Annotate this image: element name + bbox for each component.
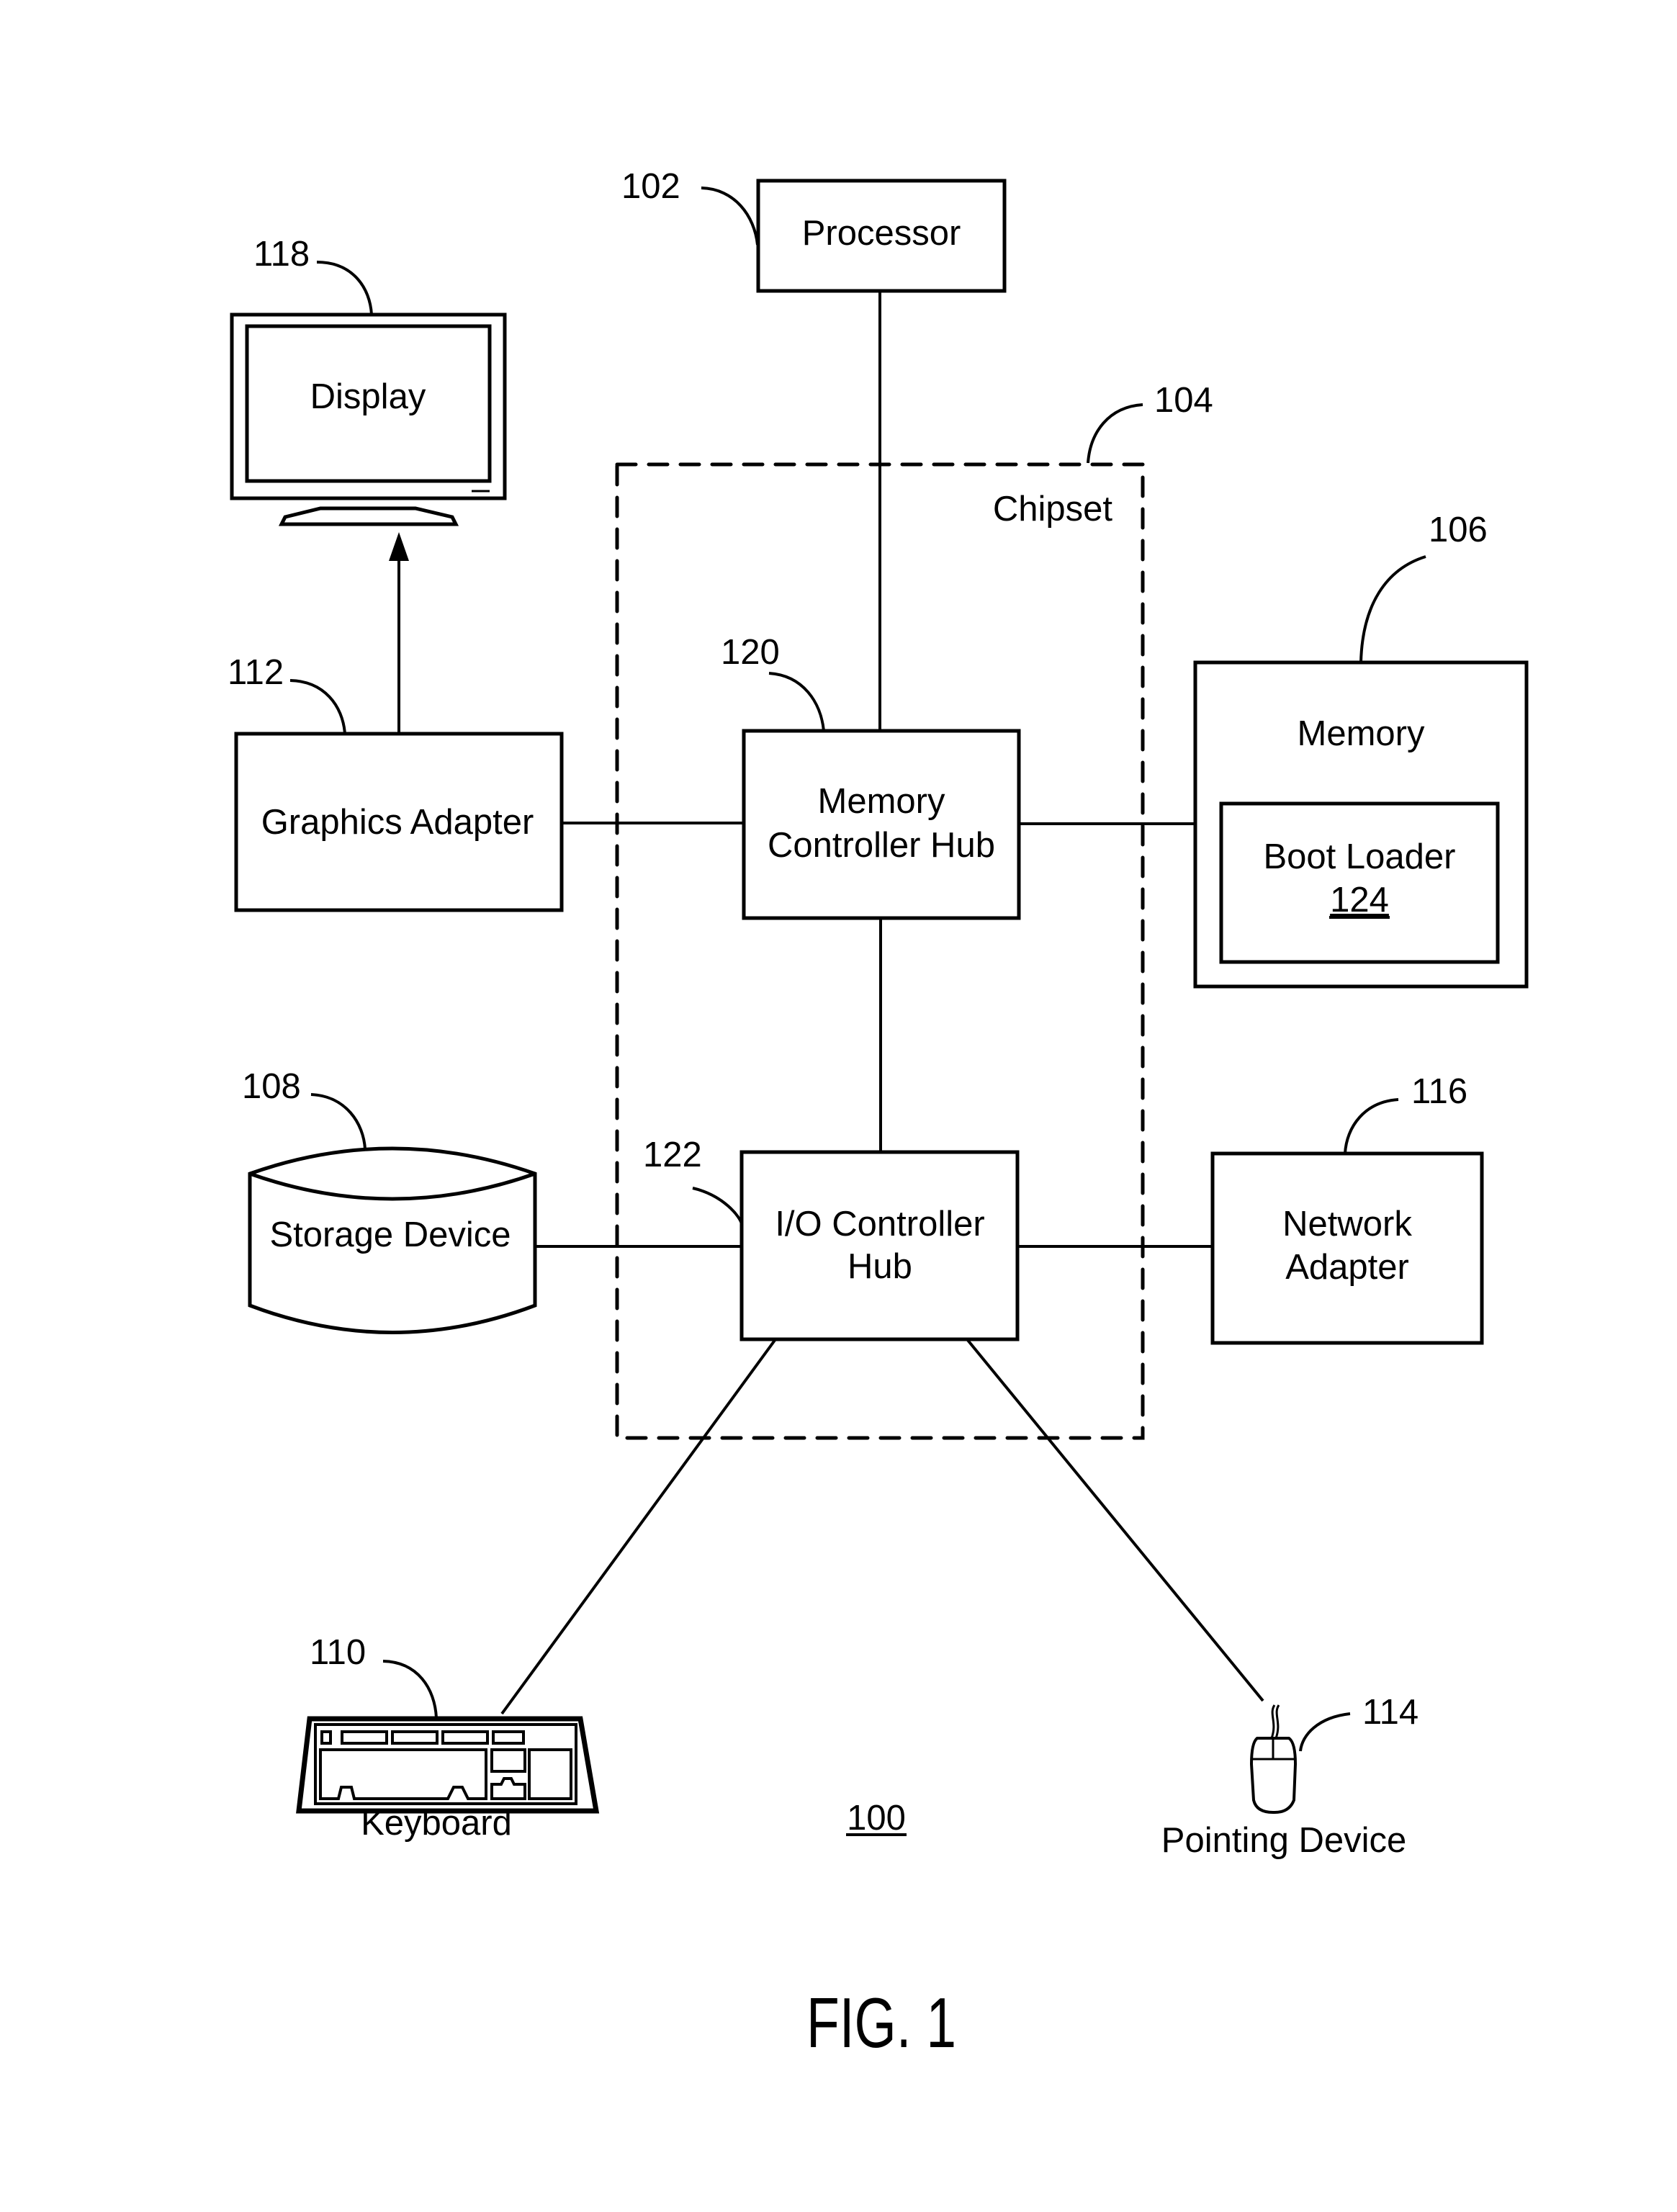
display-block[interactable]: Display 118 bbox=[230, 235, 507, 526]
memory-block[interactable]: Memory 106 Boot Loader 124 bbox=[1193, 511, 1529, 989]
ioch-label-line2: Hub bbox=[848, 1247, 912, 1286]
boot-loader-block[interactable]: Boot Loader 124 bbox=[1219, 801, 1500, 964]
chipset-label: Chipset bbox=[993, 490, 1113, 529]
boot-loader-ref: 124 bbox=[1330, 881, 1389, 920]
mch-label-line2: Controller Hub bbox=[768, 826, 995, 865]
storage-label: Storage Device bbox=[269, 1215, 511, 1254]
mouse-cord-2 bbox=[1274, 1704, 1280, 1739]
mch-label-line1: Memory bbox=[818, 782, 945, 821]
mch-leader bbox=[768, 672, 825, 732]
figure-caption-group: 100 FIG. 1 bbox=[806, 1799, 956, 2062]
keyboard-ref: 110 bbox=[310, 1633, 366, 1672]
storage-block[interactable]: Storage Device 108 bbox=[242, 1067, 537, 1334]
system-ref: 100 bbox=[847, 1799, 906, 1838]
mouse-icon bbox=[1249, 1704, 1298, 1815]
display-ref: 118 bbox=[253, 235, 310, 274]
wire-ioch-keyboard bbox=[500, 1338, 777, 1715]
boot-loader-label: Boot Loader bbox=[1264, 837, 1456, 876]
monitor-stand bbox=[278, 506, 459, 526]
keyboard-block[interactable]: Keyboard 110 bbox=[296, 1633, 600, 1843]
mch-block[interactable]: Memory Controller Hub 120 bbox=[721, 633, 1021, 920]
pointing-device-leader bbox=[1299, 1712, 1351, 1752]
figure-caption: FIG. 1 bbox=[806, 1983, 956, 2062]
graphics-adapter-label: Graphics Adapter bbox=[261, 803, 534, 842]
mouse-cord bbox=[1270, 1704, 1276, 1739]
ioch-block[interactable]: I/O Controller Hub 122 bbox=[643, 1136, 1020, 1341]
processor-ref: 102 bbox=[621, 167, 680, 206]
memory-ref: 106 bbox=[1429, 511, 1488, 549]
network-adapter-label-line2: Adapter bbox=[1285, 1248, 1409, 1287]
arrowhead-icon bbox=[389, 532, 409, 561]
network-adapter-block[interactable]: Network Adapter 116 bbox=[1210, 1072, 1484, 1345]
network-adapter-leader bbox=[1344, 1098, 1399, 1154]
memory-label: Memory bbox=[1298, 714, 1425, 753]
mch-ref: 120 bbox=[721, 633, 780, 672]
processor-block[interactable]: Processor 102 bbox=[621, 167, 1007, 293]
storage-leader bbox=[310, 1093, 367, 1150]
connections bbox=[389, 291, 1264, 1715]
wire-ioch-pointing bbox=[966, 1338, 1264, 1702]
graphics-adapter-ref: 112 bbox=[228, 653, 284, 692]
ioch-label-line1: I/O Controller bbox=[775, 1205, 984, 1244]
graphics-adapter-leader bbox=[289, 679, 346, 734]
storage-ref: 108 bbox=[242, 1067, 301, 1106]
pointing-device-ref: 114 bbox=[1362, 1693, 1419, 1732]
chipset-ref: 104 bbox=[1154, 381, 1213, 420]
ioch-leader bbox=[692, 1187, 743, 1225]
display-label: Display bbox=[310, 377, 426, 416]
keyboard-leader bbox=[382, 1660, 438, 1719]
keyboard-icon bbox=[296, 1716, 600, 1814]
ioch-box[interactable] bbox=[739, 1150, 1020, 1341]
pointing-device-block[interactable]: Pointing Device 114 bbox=[1161, 1693, 1419, 1860]
processor-leader bbox=[701, 186, 759, 246]
monitor-icon bbox=[230, 313, 507, 526]
chipset-leader bbox=[1087, 403, 1143, 464]
graphics-adapter-block[interactable]: Graphics Adapter 112 bbox=[228, 653, 564, 912]
network-adapter-ref: 116 bbox=[1411, 1072, 1467, 1111]
mch-box[interactable] bbox=[742, 729, 1021, 920]
ioch-ref: 122 bbox=[643, 1136, 702, 1174]
keyboard-label: Keyboard bbox=[361, 1804, 512, 1843]
pointing-device-label: Pointing Device bbox=[1161, 1821, 1406, 1860]
display-leader bbox=[316, 261, 373, 315]
network-adapter-label-line1: Network bbox=[1282, 1205, 1412, 1244]
processor-label: Processor bbox=[802, 214, 961, 253]
block-diagram: Chipset 104 Processor 102 Display 118 Gr… bbox=[228, 167, 1529, 2062]
memory-leader bbox=[1359, 555, 1426, 663]
